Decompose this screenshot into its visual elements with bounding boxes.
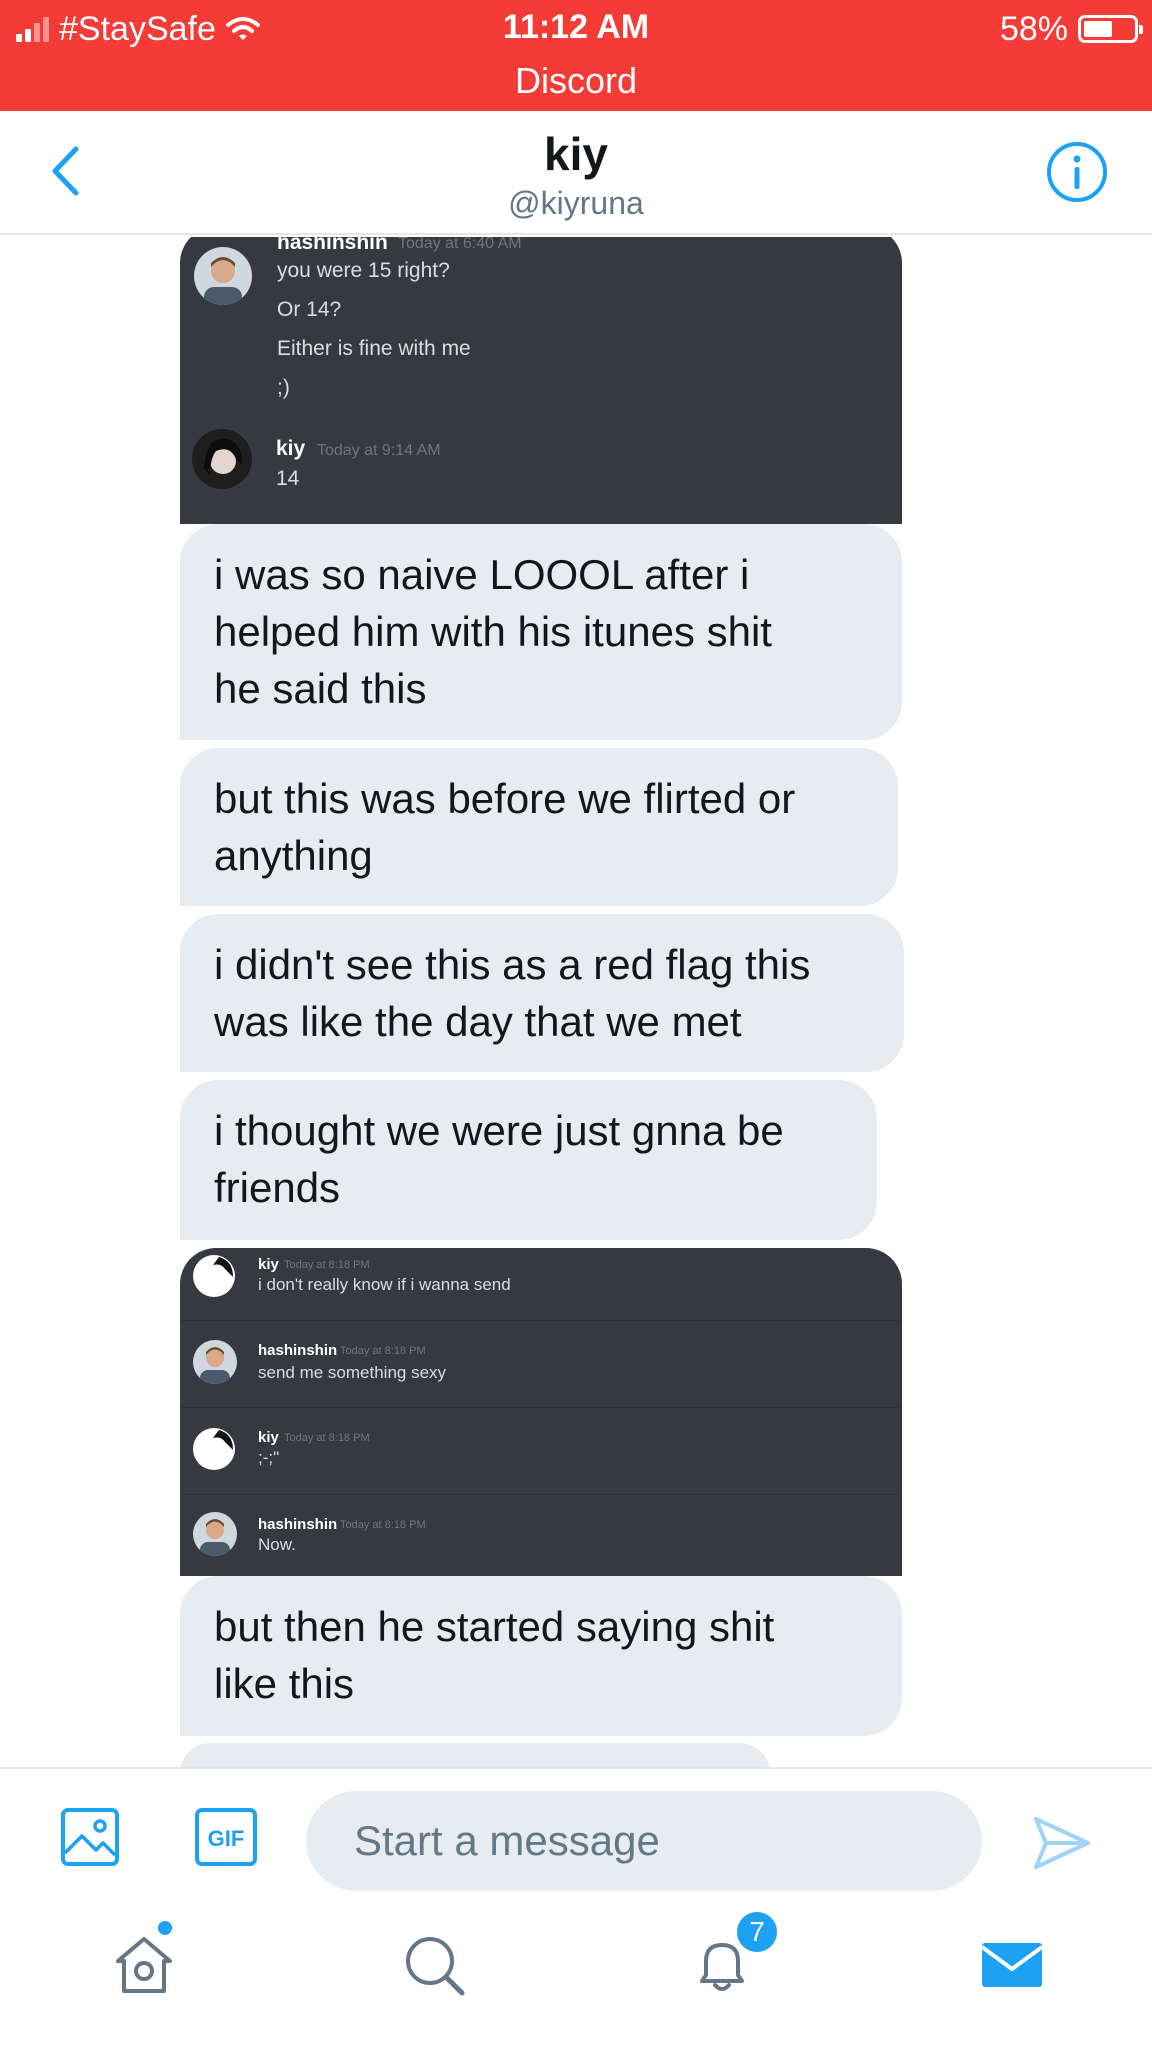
received-message[interactable]: i was so naive LOOOL after i helped him … (180, 524, 902, 740)
status-time: 11:12 AM (502, 8, 650, 46)
conversation-title: kiy (544, 128, 608, 180)
discord-screenshot-image[interactable]: hashinshin Today at 6:40 AM you were 15 … (180, 237, 902, 524)
message-author: kiy (258, 1256, 279, 1273)
received-message[interactable]: but this was before we flirted or anythi… (180, 748, 898, 906)
divider (180, 1494, 902, 1495)
message-line: anything (214, 832, 373, 879)
info-button[interactable] (1046, 141, 1108, 203)
add-photo-button[interactable] (60, 1807, 120, 1867)
message-input[interactable]: Start a message (306, 1791, 982, 1891)
home-new-indicator (156, 1919, 174, 1937)
message-line: he said this (214, 665, 427, 712)
message-line: like this (214, 1660, 355, 1707)
search-icon (406, 1937, 465, 1996)
avatar (193, 1512, 237, 1556)
message-line: ;) (277, 376, 290, 399)
discord-screenshot-image[interactable]: kiy Today at 8:18 PM i don't really know… (180, 1248, 902, 1576)
battery-icon (1078, 15, 1143, 43)
status-bar: #StaySafe 11:12 AM Discord 58% (0, 0, 1152, 111)
conversation-handle: @kiyruna (508, 185, 644, 221)
message-list[interactable]: hashinshin Today at 6:40 AM you were 15 … (0, 237, 1152, 1767)
send-icon (1034, 1817, 1090, 1869)
message-author: hashinshin (277, 237, 388, 254)
info-icon (1047, 142, 1107, 202)
image-icon (61, 1808, 119, 1866)
received-message[interactable]: but then he started saying shit like thi… (180, 1576, 902, 1736)
status-right: 58% (999, 8, 1143, 50)
tab-search[interactable] (402, 1933, 466, 1997)
message-author: kiy (258, 1429, 279, 1446)
message-timestamp: Today at 8:18 PM (340, 1519, 426, 1531)
message-line: Now. (258, 1535, 296, 1554)
message-composer: GIF Start a message (0, 1767, 1152, 1897)
message-line: was like the day that we met (214, 998, 742, 1045)
message-line: friends (214, 1164, 341, 1211)
message-timestamp: Today at 9:14 AM (317, 442, 441, 459)
message-line: Or 14? (277, 298, 342, 321)
tab-messages[interactable] (980, 1933, 1044, 1997)
messages-icon (980, 1943, 1044, 1987)
message-line: helped him with his itunes shit (214, 608, 772, 655)
message-line: i don't really know if i wanna send (258, 1275, 511, 1294)
message-line: send me something sexy (258, 1363, 447, 1382)
message-author: kiy (276, 437, 306, 460)
message-line: i was so naive LOOOL after i (214, 551, 750, 598)
received-message[interactable]: i didn't see this as a red flag this was… (180, 914, 904, 1072)
avatar (193, 1340, 237, 1384)
divider (180, 1320, 902, 1321)
message-line: but then he started saying shit (214, 1603, 775, 1650)
send-button[interactable] (1032, 1815, 1092, 1871)
message-timestamp: Today at 8:18 PM (284, 1259, 370, 1271)
message-author: hashinshin (258, 1342, 338, 1359)
avatar (192, 429, 252, 489)
notifications-badge: 7 (734, 1909, 780, 1955)
received-message-partial[interactable] (180, 1743, 770, 1767)
message-line: 14 (276, 467, 300, 490)
tab-home[interactable] (112, 1933, 176, 1997)
message-author: hashinshin (258, 1516, 338, 1533)
avatar (193, 1428, 235, 1470)
message-line: but this was before we flirted or (214, 775, 796, 822)
return-to-app-label[interactable]: Discord (0, 60, 1152, 102)
tab-bar: 7 (0, 1897, 1152, 2048)
message-line: i didn't see this as a red flag this (214, 941, 811, 988)
avatar (193, 1255, 235, 1297)
message-line: Either is fine with me (277, 337, 471, 360)
gif-icon: GIF (195, 1808, 257, 1866)
divider (180, 1407, 902, 1408)
message-line: you were 15 right? (277, 259, 450, 282)
avatar (194, 247, 252, 305)
message-line: ;-;" (258, 1448, 280, 1467)
received-message[interactable]: i thought we were just gnna be friends (180, 1080, 877, 1240)
conversation-header: kiy @kiyruna (0, 111, 1152, 235)
home-icon (116, 1937, 172, 1993)
message-timestamp: Today at 8:18 PM (340, 1345, 426, 1357)
message-line: i thought we were just gnna be (214, 1107, 784, 1154)
gif-label: GIF (208, 1826, 245, 1851)
message-timestamp: Today at 8:18 PM (284, 1432, 370, 1444)
message-timestamp: Today at 6:40 AM (398, 237, 522, 252)
battery-percent: 58% (999, 9, 1068, 48)
add-gif-button[interactable]: GIF (194, 1807, 257, 1867)
